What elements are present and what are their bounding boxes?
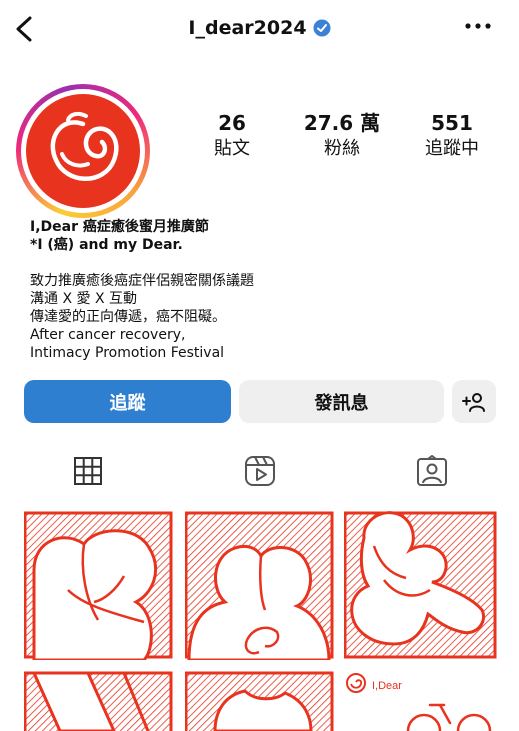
post-thumbnail[interactable] xyxy=(24,671,174,731)
bio-line: 傳達愛的正向傳遞，癌不阻礙。 xyxy=(30,309,226,325)
post-thumbnail[interactable] xyxy=(344,510,500,660)
post-thumbnail[interactable] xyxy=(185,671,335,731)
post-thumbnail[interactable]: I,Dear xyxy=(344,671,500,731)
stat-posts[interactable]: 26 貼文 xyxy=(172,110,292,162)
profile-username-header: I_dear2024 xyxy=(0,17,519,39)
following-label: 追蹤中 xyxy=(425,138,479,159)
profile-subtitle: *I (癌) and my Dear. xyxy=(30,237,183,253)
profile-name: I,Dear 癌症癒後蜜月推廣節 xyxy=(30,219,209,235)
post-watermark: I,Dear xyxy=(372,680,402,692)
grid-icon xyxy=(74,457,102,485)
add-person-icon xyxy=(462,392,485,412)
post-thumbnail[interactable] xyxy=(185,510,335,660)
posts-label: 貼文 xyxy=(214,138,250,159)
story-ring[interactable] xyxy=(16,84,150,218)
tab-posts[interactable] xyxy=(68,452,108,490)
follow-button[interactable]: 追蹤 xyxy=(24,380,231,423)
tab-tagged[interactable] xyxy=(412,452,452,490)
bio-line: 致力推廣癒後癌症伴侶親密關係議題 xyxy=(30,273,254,289)
following-count: 551 xyxy=(431,111,473,135)
avatar xyxy=(26,94,140,208)
more-options-icon[interactable] xyxy=(465,20,491,32)
verified-badge-icon xyxy=(313,19,331,37)
tab-reels[interactable] xyxy=(240,452,280,490)
username: I_dear2024 xyxy=(188,17,307,39)
post-thumbnail[interactable] xyxy=(24,510,174,660)
brand-logo-icon xyxy=(346,673,366,693)
stat-followers[interactable]: 27.6 萬 粉絲 xyxy=(282,110,402,162)
profile-bio: I,Dear 癌症癒後蜜月推廣節 *I (癌) and my Dear. 致力推… xyxy=(30,218,500,362)
message-button[interactable]: 發訊息 xyxy=(239,380,444,423)
followers-label: 粉絲 xyxy=(324,138,360,159)
followers-count: 27.6 萬 xyxy=(303,111,381,135)
bio-line: After cancer recovery, xyxy=(30,327,186,343)
top-bar: I_dear2024 xyxy=(0,0,519,60)
stat-following[interactable]: 551 追蹤中 xyxy=(392,110,512,162)
suggest-people-button[interactable] xyxy=(452,380,496,423)
reels-icon xyxy=(245,456,275,486)
bio-line: 溝通 X 愛 X 互動 xyxy=(30,291,137,307)
bio-line: Intimacy Promotion Festival xyxy=(30,345,225,361)
profile-tabs xyxy=(0,452,519,492)
tagged-icon xyxy=(417,455,447,486)
posts-count: 26 xyxy=(218,111,246,135)
posts-grid: I,Dear xyxy=(24,510,500,731)
